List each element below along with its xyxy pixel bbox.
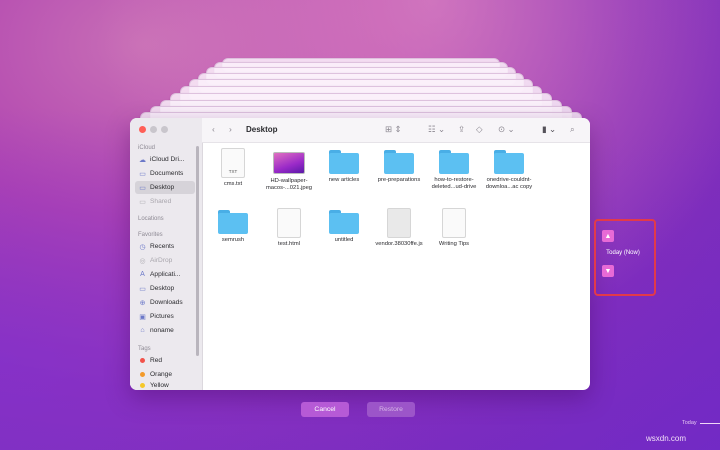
file-item[interactable]: how-to-restore-deleted...ud-drive — [424, 150, 484, 191]
html-file-icon — [277, 208, 301, 238]
folder-icon — [494, 150, 524, 174]
folder-icon — [329, 210, 359, 234]
orange-tag-icon — [140, 372, 145, 377]
image-thumbnail-icon — [273, 152, 305, 174]
file-item[interactable]: TXT cms.txt — [203, 148, 263, 188]
sidebar-section-favorites: Favorites — [138, 232, 163, 238]
file-item[interactable]: Writing Tips — [424, 208, 484, 248]
file-item[interactable]: onedrive-couldnt-downloa...ac copy — [479, 150, 539, 191]
current-snapshot-label: Today (Now) — [606, 250, 640, 256]
sidebar-item-pictures[interactable]: ▣ Pictures — [135, 310, 195, 323]
desktop-icon: ▭ — [139, 184, 146, 192]
chevron-up-icon[interactable]: ▲ — [602, 230, 614, 242]
file-item[interactable]: semrush — [203, 210, 263, 244]
folder-icon — [384, 150, 414, 174]
sidebar-item-icloud-drive[interactable]: ☁ iCloud Dri... — [135, 153, 195, 166]
file-item[interactable]: untitled — [314, 210, 374, 244]
zoom-button[interactable] — [161, 126, 168, 133]
window-title: Desktop — [246, 125, 278, 134]
shared-folder-icon: ▭ — [139, 198, 146, 206]
sidebar-item-documents[interactable]: ▭ Documents — [135, 167, 195, 180]
sidebar-tag-orange[interactable]: Orange — [135, 368, 195, 381]
folder-icon — [329, 150, 359, 174]
file-item[interactable]: test.html — [259, 208, 319, 248]
chevron-down-icon[interactable]: ▼ — [602, 265, 614, 277]
document-icon: ▭ — [139, 170, 146, 178]
watermark: wsxdn.com — [646, 434, 687, 443]
share-icon[interactable]: ⇪ — [458, 124, 465, 135]
back-icon[interactable]: ‹ — [212, 124, 215, 134]
pictures-icon: ▣ — [139, 313, 146, 321]
folder-icon — [218, 210, 248, 234]
sidebar-scrollbar[interactable] — [196, 146, 199, 356]
sidebar-section-locations: Locations — [138, 216, 164, 222]
icon-view-icon[interactable]: ⊞ ⇕ — [385, 124, 402, 135]
yellow-tag-icon — [140, 383, 145, 388]
file-item[interactable]: new articles — [314, 150, 374, 184]
sidebar-item-desktop-fav[interactable]: ▭ Desktop — [135, 282, 195, 295]
js-file-icon — [387, 208, 411, 238]
tag-icon[interactable]: ◇ — [476, 124, 483, 135]
file-item[interactable]: HD-wallpaper-macos-...021.jpeg — [259, 148, 319, 192]
group-icon[interactable]: ☷ ⌄ — [428, 124, 445, 135]
sidebar-section-tags: Tags — [138, 346, 151, 352]
home-icon: ⌂ — [140, 327, 145, 334]
airdrop-icon: ◎ — [139, 257, 146, 265]
sidebar-item-recents[interactable]: ◷ Recents — [135, 240, 195, 253]
sidebar-item-downloads[interactable]: ⊕ Downloads — [135, 296, 195, 309]
toolbar: ‹ › Desktop ⊞ ⇕ ☷ ⌄ ⇪ ◇ ⊙ ⌄ ▮ ⌄ ⌕ — [202, 118, 590, 143]
cloud-icon: ☁ — [139, 156, 146, 164]
document-icon — [442, 208, 466, 238]
applications-icon: A — [140, 271, 145, 278]
cancel-button[interactable]: Cancel — [301, 402, 349, 417]
timeline-tick[interactable] — [700, 423, 720, 424]
finder-window: iCloud ☁ iCloud Dri... ▭ Documents ▭ Deskto… — [130, 118, 590, 390]
file-item[interactable]: vendor.38030ffe.js — [369, 208, 429, 248]
red-tag-icon — [140, 358, 145, 363]
sidebar-item-applications[interactable]: A Applicati... — [135, 268, 195, 281]
sidebar-section-icloud: iCloud — [138, 145, 156, 151]
sidebar-item-desktop[interactable]: ▭ Desktop — [135, 181, 195, 194]
search-icon[interactable]: ⌕ — [570, 124, 575, 135]
window-controls — [139, 126, 168, 133]
forward-icon[interactable]: › — [229, 124, 232, 134]
timeline-today-label: Today — [682, 420, 697, 426]
close-button[interactable] — [139, 126, 146, 133]
sidebar-tag-yellow[interactable]: Yellow — [135, 381, 195, 390]
clock-icon: ◷ — [139, 243, 146, 251]
desktop-icon: ▭ — [139, 285, 146, 293]
folder-icon — [439, 150, 469, 174]
downloads-icon: ⊕ — [139, 299, 146, 307]
minimize-button[interactable] — [150, 126, 157, 133]
restore-button[interactable]: Restore — [367, 402, 415, 417]
sidebar-item-airdrop[interactable]: ◎ AirDrop — [135, 254, 195, 267]
extension-icon[interactable]: ▮ ⌄ — [542, 124, 556, 135]
more-actions-icon[interactable]: ⊙ ⌄ — [498, 124, 515, 135]
sidebar-item-shared[interactable]: ▭ Shared — [135, 195, 195, 208]
text-file-icon: TXT — [221, 148, 245, 178]
sidebar: iCloud ☁ iCloud Dri... ▭ Documents ▭ Deskto… — [130, 118, 203, 390]
sidebar-item-home[interactable]: ⌂ noname — [135, 324, 195, 337]
sidebar-tag-red[interactable]: Red — [135, 354, 195, 367]
file-item[interactable]: pre-preparations — [369, 150, 429, 184]
file-grid: TXT cms.txt HD-wallpaper-macos-...021.jp… — [202, 142, 590, 390]
